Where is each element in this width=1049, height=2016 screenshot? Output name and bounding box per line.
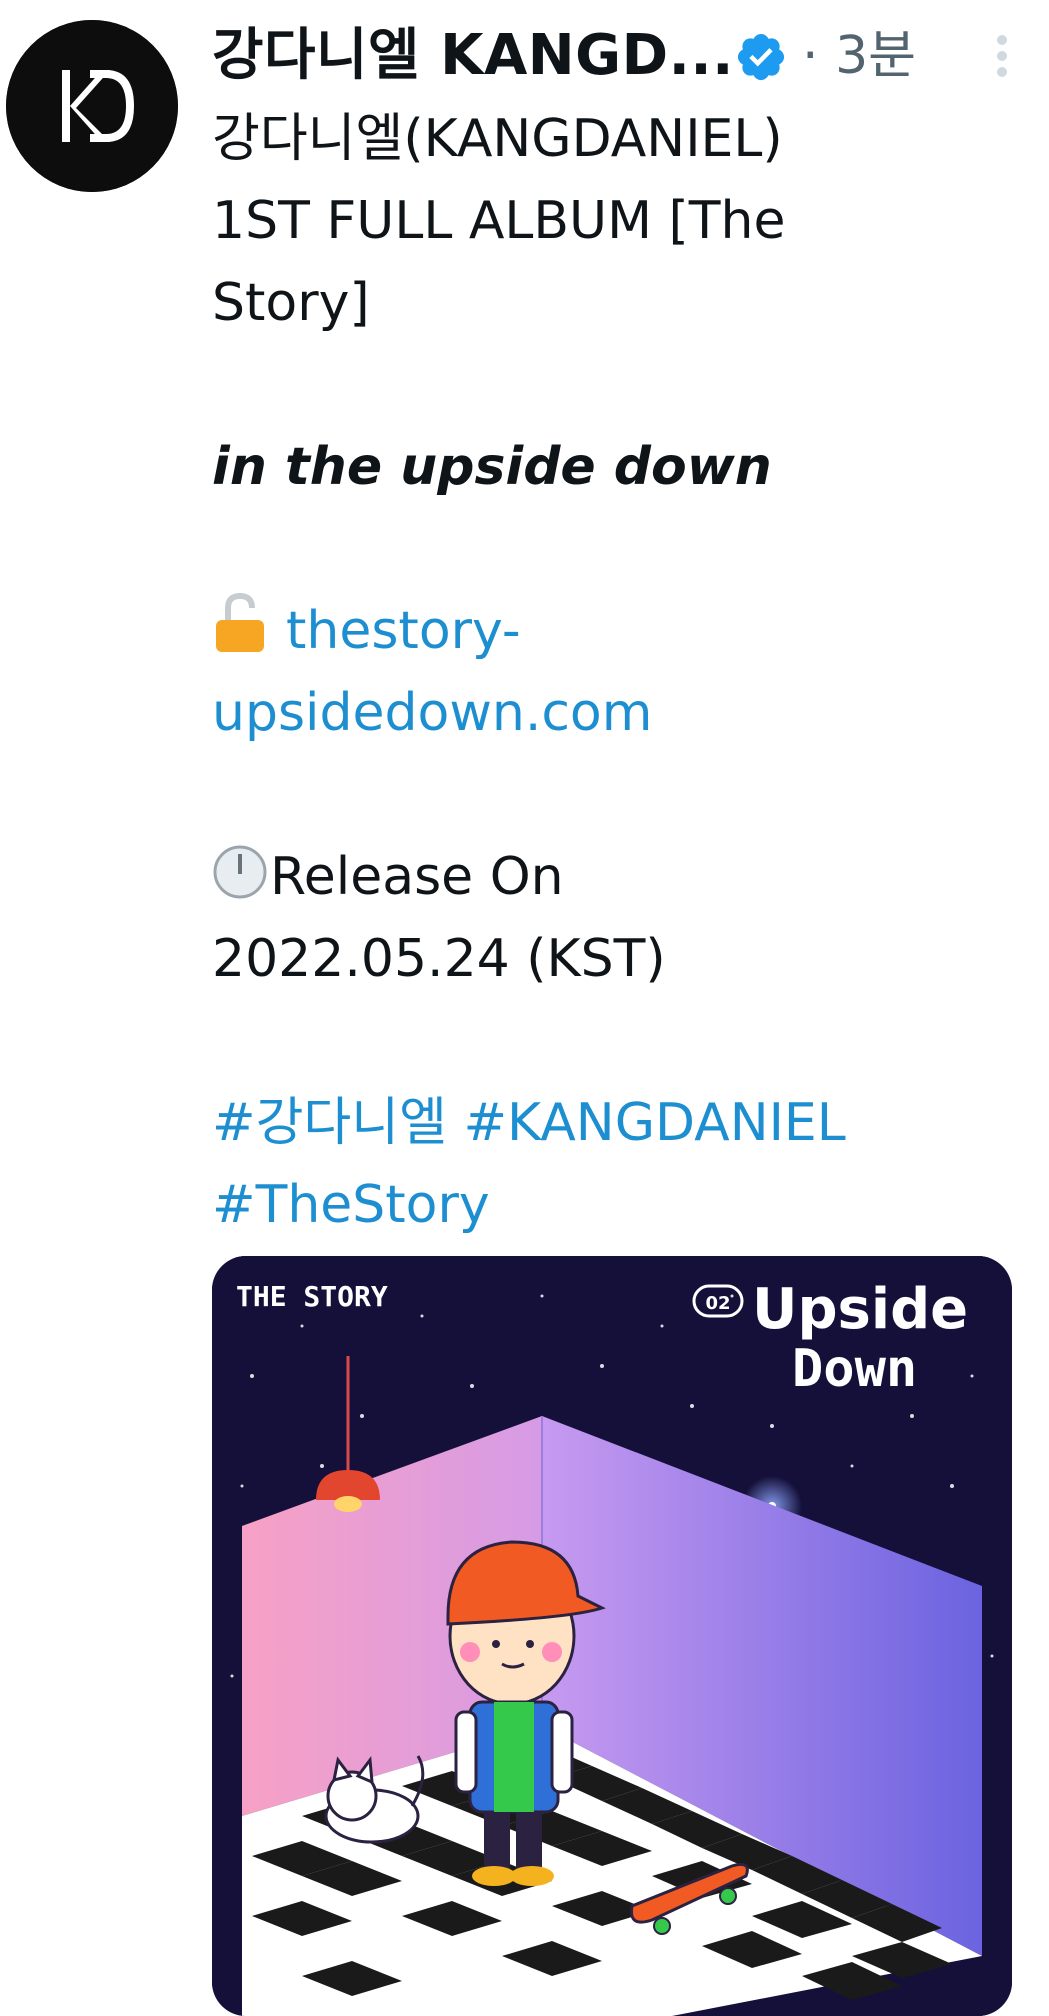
website-link-part-2[interactable]: upsidedown.com [212,683,652,743]
tweet-title-line-1: 강다니엘(KANGDANIEL) [212,109,783,169]
tweet-subtitle: in the upside down [212,437,772,497]
brand-the-story-label: THE STORY [236,1280,388,1313]
hashtag-thestory[interactable]: #TheStory [212,1175,490,1235]
hashtags-line-1: #강다니엘 #KANGDANIEL [212,1082,1012,1164]
open-lock-icon [216,592,264,652]
album-title-line-1: Upside [752,1277,968,1342]
hashtag-kangdaniel[interactable]: #KANGDANIEL [463,1093,845,1153]
release-label: Release On [270,847,564,907]
clock-icon [213,845,267,899]
tweet-title-line-2: 1ST FULL ALBUM [The [212,191,786,251]
album-title-line-2: Down [792,1339,917,1399]
more-options-icon[interactable] [972,26,1032,86]
author-display-name[interactable]: 강다니엘 KANGD... [212,20,734,92]
timestamp-text: 3분 [835,26,916,86]
album-cover-illustration: THE STORY 02 Upside Down [212,1256,1012,2016]
author-avatar[interactable] [6,20,178,192]
hashtag-kangdaniel-korean[interactable]: #강다니엘 [212,1093,447,1153]
tweet-text: 강다니엘(KANGDANIEL) 1ST FULL ALBUM [The Sto… [212,98,1012,1246]
link-line-2: upsidedown.com [212,672,1012,754]
tweet-timestamp[interactable]: · 3분 [802,20,916,92]
kd-logo-icon [6,20,178,192]
separator-dot: · [802,26,819,86]
hashtags-line-2: #TheStory [212,1164,1012,1246]
release-line-1: Release On [212,836,1012,918]
verified-badge-icon [737,33,785,81]
tweet-header: 강다니엘 KANGD... · 3분 [212,14,1049,96]
link-line-1: thestory- [212,590,1012,672]
tweet-media-image[interactable]: THE STORY 02 Upside Down [212,1256,1012,2016]
tweet-title-line-3: Story] [212,273,370,333]
album-number-badge: 02 [705,1293,730,1314]
release-date: 2022.05.24 (KST) [212,929,666,989]
website-link-part-1[interactable]: thestory- [286,601,521,661]
